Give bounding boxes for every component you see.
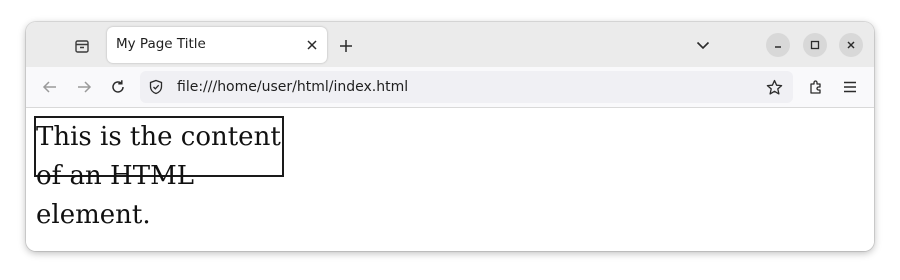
tab-groups-button[interactable] [70, 34, 94, 58]
close-icon [306, 39, 318, 51]
hamburger-menu-icon [842, 79, 858, 95]
arrow-right-icon [76, 79, 92, 95]
element-content-text: This is the content of an HTML element. [36, 122, 281, 230]
reload-icon [110, 79, 126, 95]
minimize-icon [773, 40, 783, 50]
list-all-tabs-button[interactable] [691, 33, 715, 57]
new-tab-button[interactable] [334, 34, 358, 58]
browser-window: My Page Title file:///home/user/html/ind… [26, 22, 874, 251]
chevron-down-icon [696, 38, 710, 52]
tab-close-button[interactable] [303, 36, 321, 54]
tab-strip: My Page Title [26, 22, 874, 67]
plus-icon [339, 39, 353, 53]
close-window-button[interactable] [839, 33, 863, 57]
tab-title: My Page Title [116, 36, 206, 52]
close-icon [846, 40, 856, 50]
maximize-icon [810, 40, 820, 50]
minimize-button[interactable] [766, 33, 790, 57]
bookmark-star-icon[interactable] [765, 78, 783, 96]
app-menu-button[interactable] [838, 75, 862, 99]
site-permissions-shield-icon[interactable] [147, 78, 165, 96]
page-content: This is the content of an HTML element. [26, 108, 874, 251]
back-button[interactable] [38, 75, 62, 99]
maximize-button[interactable] [803, 33, 827, 57]
arrow-left-icon [42, 79, 58, 95]
tab-groups-icon [73, 37, 91, 55]
reload-button[interactable] [106, 75, 130, 99]
extensions-button[interactable] [804, 75, 828, 99]
navigation-toolbar: file:///home/user/html/index.html [26, 67, 874, 108]
forward-button[interactable] [72, 75, 96, 99]
puzzle-piece-icon [808, 79, 824, 95]
address-bar[interactable]: file:///home/user/html/index.html [140, 71, 793, 103]
tab-active[interactable]: My Page Title [107, 27, 327, 63]
url-text[interactable]: file:///home/user/html/index.html [177, 79, 408, 95]
